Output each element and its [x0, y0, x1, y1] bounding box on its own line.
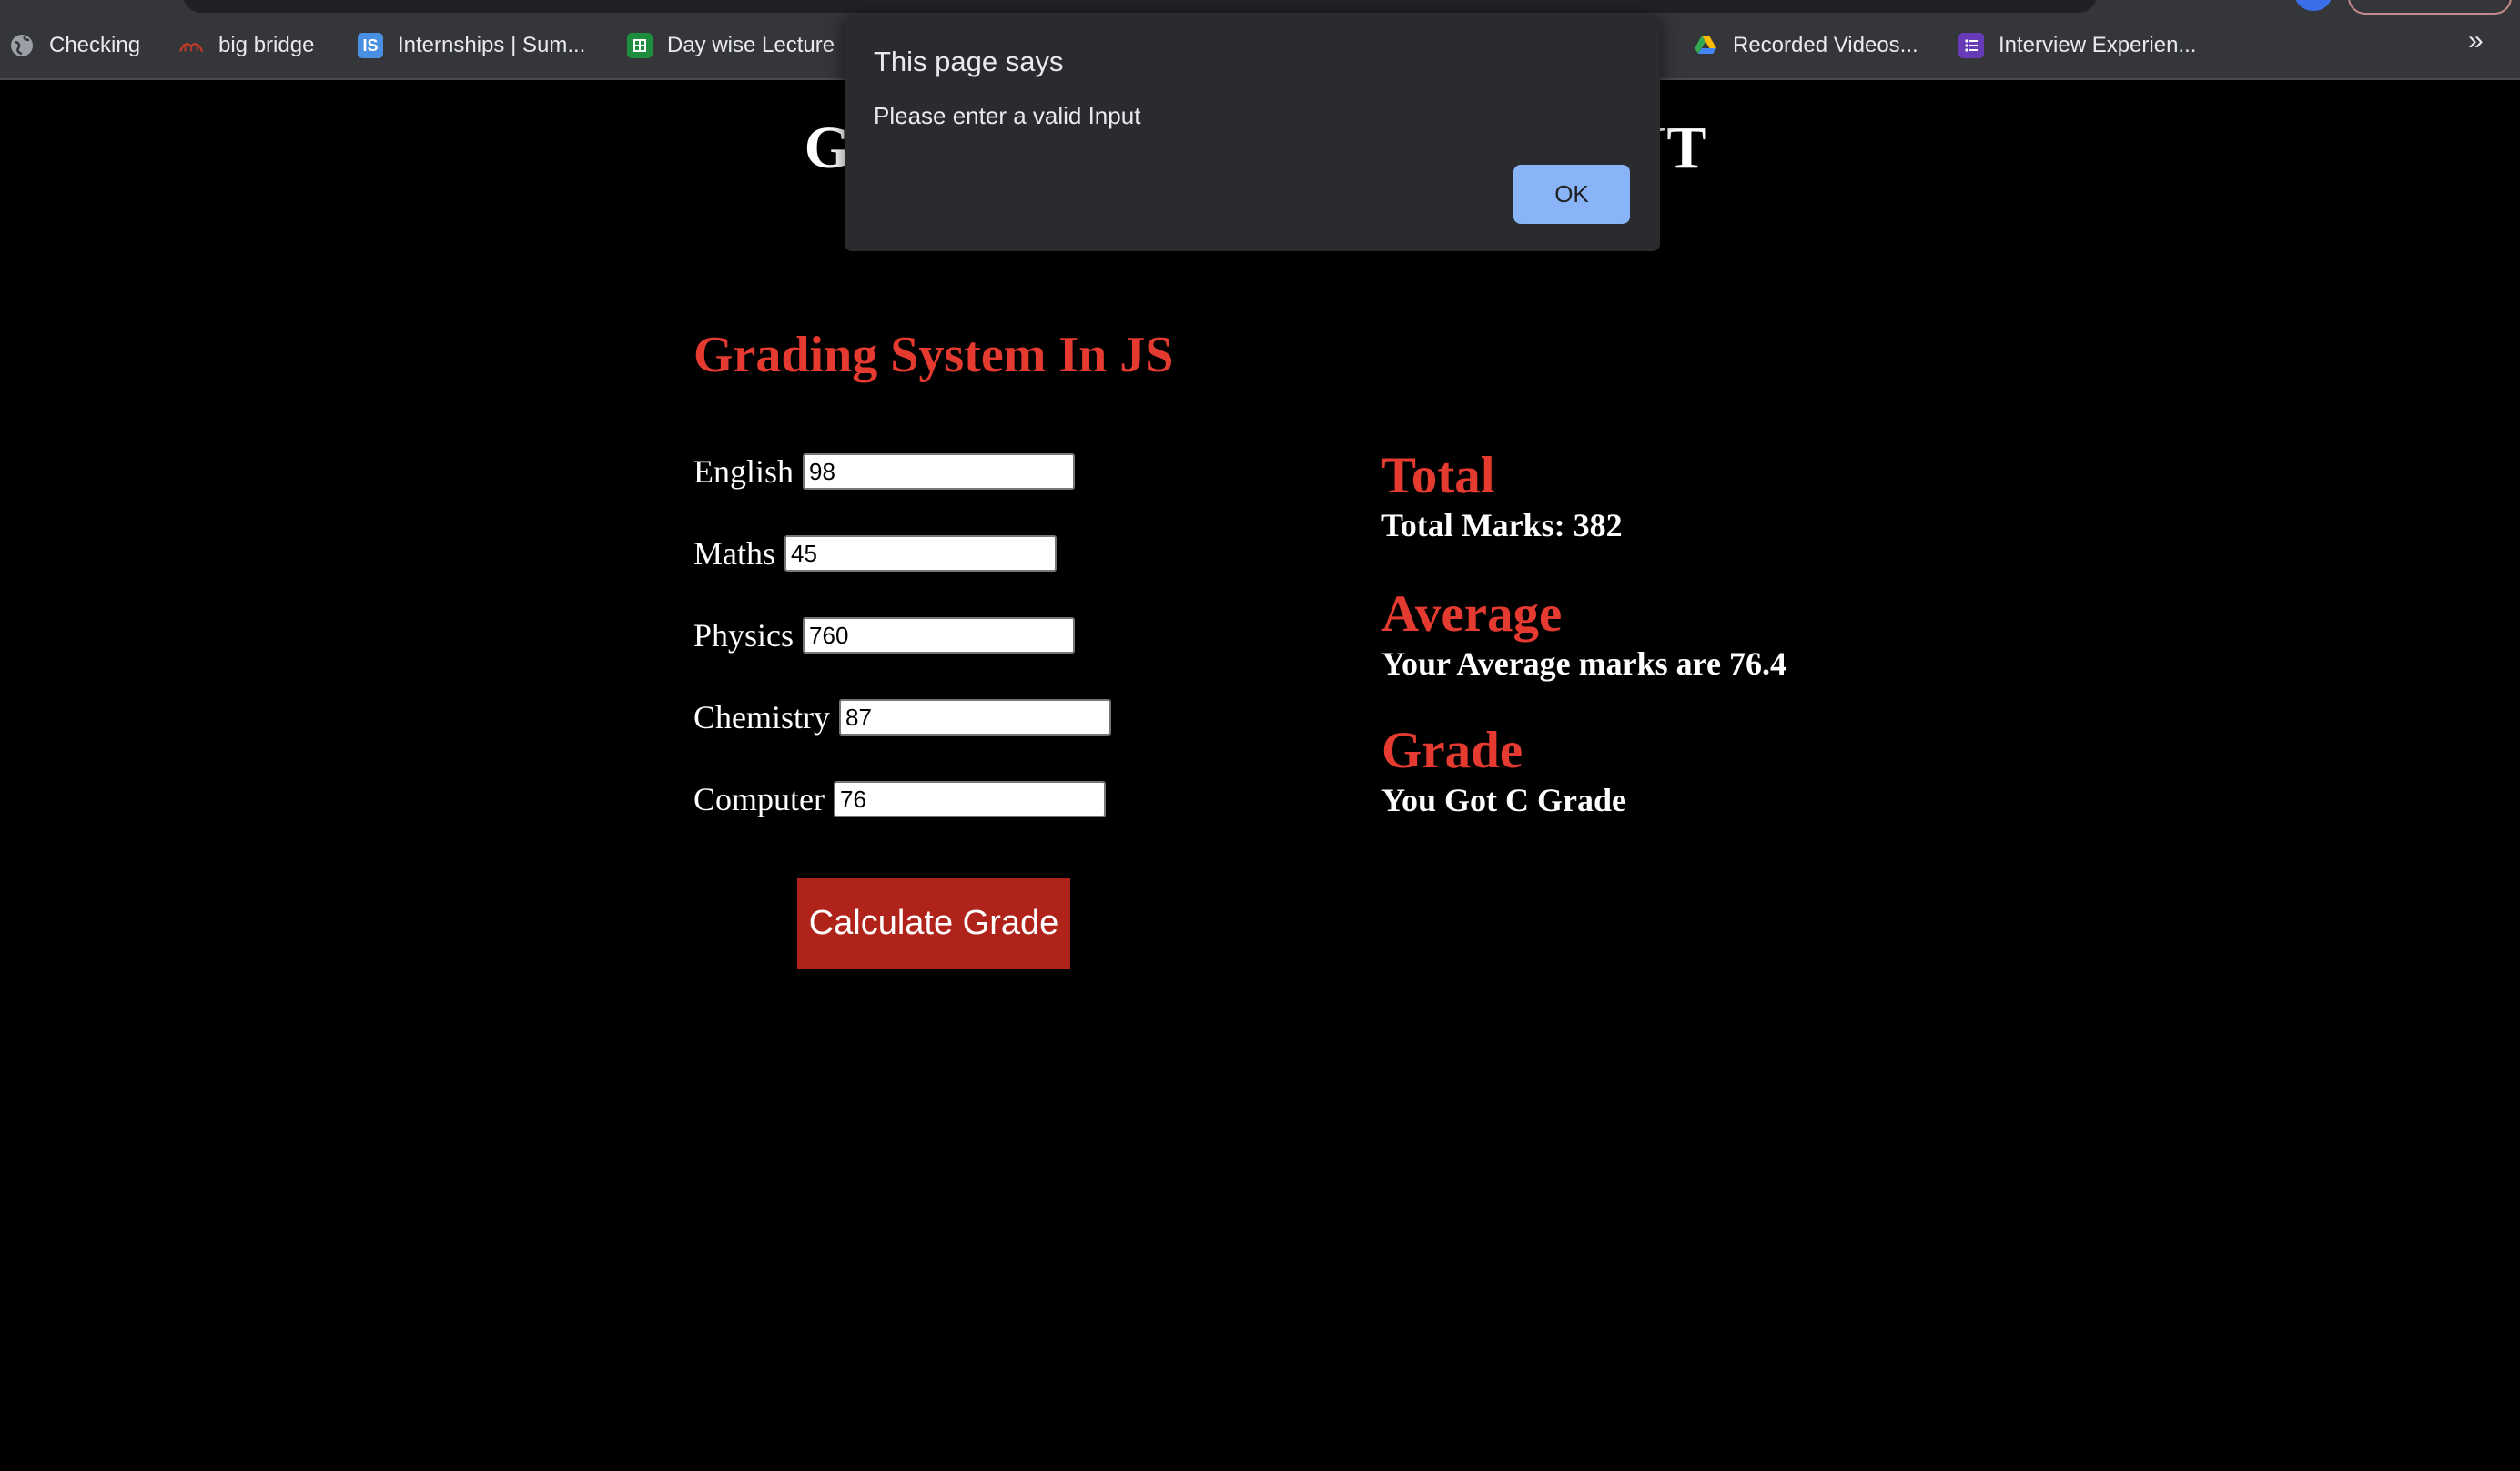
dialog-title: This page says	[874, 46, 1064, 77]
bridge-icon	[178, 33, 204, 58]
bookmark-day-wise-lecture[interactable]: Day wise Lecture	[627, 27, 835, 64]
is-logo-icon: IS	[358, 33, 383, 58]
bookmark-label: Internships | Sum...	[398, 33, 586, 57]
sheets-icon	[627, 33, 653, 58]
physics-input[interactable]	[803, 617, 1076, 654]
maths-input[interactable]	[784, 535, 1057, 572]
average-marks-text: Your Average marks are 76.4	[1381, 645, 1786, 682]
bookmark-big-bridge[interactable]: big bridge	[178, 27, 314, 64]
english-input[interactable]	[803, 453, 1076, 490]
total-heading: Total	[1381, 447, 1495, 504]
bookmark-recorded-videos[interactable]: Recorded Videos...	[1693, 27, 1918, 64]
computer-field: Computer	[693, 780, 1106, 818]
computer-label: Computer	[693, 781, 825, 817]
bookmark-label: big bridge	[218, 33, 315, 57]
bookmark-interview-experience[interactable]: Interview Experien...	[1958, 27, 2196, 64]
forms-icon	[1958, 33, 1984, 58]
chemistry-label: Chemistry	[693, 699, 830, 736]
ok-button[interactable]: OK	[1513, 165, 1630, 224]
form-title: Grading System In JS	[693, 327, 1174, 383]
dialog-message: Please enter a valid Input	[874, 102, 1141, 129]
globe-icon	[9, 33, 35, 58]
profile-avatar[interactable]	[2295, 0, 2332, 11]
bookmarks-overflow-chevron-icon[interactable]: »	[2468, 25, 2484, 56]
profile-button[interactable]	[2348, 0, 2512, 15]
english-field: English	[693, 452, 1076, 491]
address-bar[interactable]	[182, 0, 2098, 13]
computer-input[interactable]	[833, 781, 1106, 817]
bookmark-label: Checking	[49, 33, 141, 57]
physics-label: Physics	[693, 617, 794, 654]
physics-field: Physics	[693, 616, 1076, 654]
bookmark-checking[interactable]: Checking	[9, 27, 140, 64]
bookmark-label: Recorded Videos...	[1733, 33, 1918, 57]
grade-heading: Grade	[1381, 722, 1523, 779]
bookmark-internships[interactable]: IS Internships | Sum...	[358, 27, 585, 64]
average-heading: Average	[1381, 585, 1563, 643]
drive-icon	[1693, 33, 1718, 58]
grade-text: You Got C Grade	[1381, 782, 1626, 818]
bookmark-label: Interview Experien...	[1999, 33, 2197, 57]
total-marks-text: Total Marks: 382	[1381, 507, 1623, 543]
maths-label: Maths	[693, 535, 775, 572]
calculate-grade-button[interactable]: Calculate Grade	[797, 878, 1070, 969]
chemistry-input[interactable]	[839, 699, 1111, 736]
english-label: English	[693, 453, 794, 490]
bookmark-label: Day wise Lecture	[667, 33, 835, 57]
maths-field: Maths	[693, 534, 1057, 573]
alert-dialog: This page says Please enter a valid Inpu…	[845, 15, 1660, 251]
chemistry-field: Chemistry	[693, 698, 1111, 736]
